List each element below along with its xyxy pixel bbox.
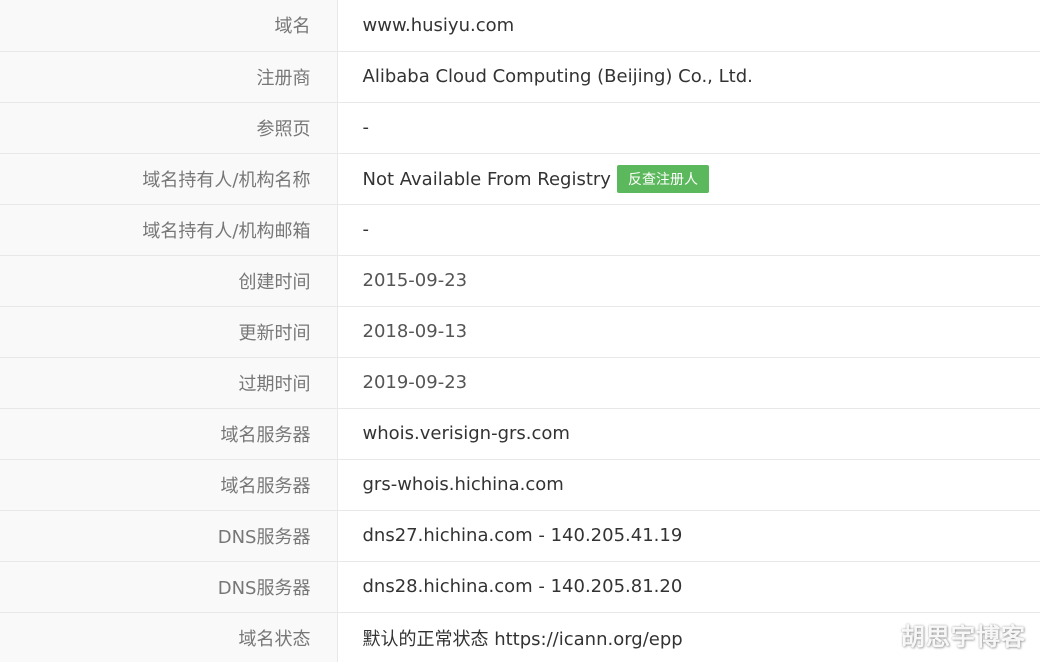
table-row-referral: 参照页 - <box>0 102 1040 154</box>
table-row-registrar: 注册商 Alibaba Cloud Computing (Beijing) Co… <box>0 51 1040 103</box>
row-value: dns28.hichina.com - 140.205.81.20 <box>337 561 1040 613</box>
table-row-whois-server-2: 域名服务器 grs-whois.hichina.com <box>0 459 1040 511</box>
row-value-cell: Not Available From Registry 反查注册人 <box>337 153 1040 205</box>
table-row-dns-2: DNS服务器 dns28.hichina.com - 140.205.81.20 <box>0 561 1040 613</box>
row-label: 过期时间 <box>0 357 338 409</box>
whois-info-table: 域名 www.husiyu.com 注册商 Alibaba Cloud Comp… <box>0 0 1040 662</box>
table-row-dns-1: DNS服务器 dns27.hichina.com - 140.205.41.19 <box>0 510 1040 562</box>
table-row-updated: 更新时间 2018-09-13 <box>0 306 1040 358</box>
row-value: Alibaba Cloud Computing (Beijing) Co., L… <box>337 51 1040 103</box>
row-label: DNS服务器 <box>0 561 338 613</box>
table-row-whois-server-1: 域名服务器 whois.verisign-grs.com <box>0 408 1040 460</box>
row-label: DNS服务器 <box>0 510 338 562</box>
row-value: grs-whois.hichina.com <box>337 459 1040 511</box>
table-row-registrant-name: 域名持有人/机构名称 Not Available From Registry 反查… <box>0 153 1040 205</box>
row-value: whois.verisign-grs.com <box>337 408 1040 460</box>
table-row-created: 创建时间 2015-09-23 <box>0 255 1040 307</box>
row-value: 2018-09-13 <box>337 306 1040 358</box>
row-label: 更新时间 <box>0 306 338 358</box>
row-label: 域名持有人/机构邮箱 <box>0 204 338 256</box>
table-row-domain: 域名 www.husiyu.com <box>0 0 1040 52</box>
row-label: 注册商 <box>0 51 338 103</box>
row-value: Not Available From Registry <box>362 168 611 190</box>
row-value: - <box>337 102 1040 154</box>
row-value: - <box>337 204 1040 256</box>
row-value: dns27.hichina.com - 140.205.41.19 <box>337 510 1040 562</box>
row-value: 2019-09-23 <box>337 357 1040 409</box>
table-row-registrant-email: 域名持有人/机构邮箱 - <box>0 204 1040 256</box>
row-label: 域名状态 <box>0 612 338 662</box>
table-row-status: 域名状态 默认的正常状态 https://icann.org/epp <box>0 612 1040 662</box>
row-label: 域名 <box>0 0 338 52</box>
row-label: 创建时间 <box>0 255 338 307</box>
row-label: 域名持有人/机构名称 <box>0 153 338 205</box>
row-label: 域名服务器 <box>0 459 338 511</box>
row-value: 2015-09-23 <box>337 255 1040 307</box>
blog-watermark: 胡思宇博客 <box>901 622 1026 651</box>
table-row-expires: 过期时间 2019-09-23 <box>0 357 1040 409</box>
row-label: 域名服务器 <box>0 408 338 460</box>
row-label: 参照页 <box>0 102 338 154</box>
reverse-lookup-registrant-button[interactable]: 反查注册人 <box>616 164 709 193</box>
row-value: www.husiyu.com <box>337 0 1040 52</box>
